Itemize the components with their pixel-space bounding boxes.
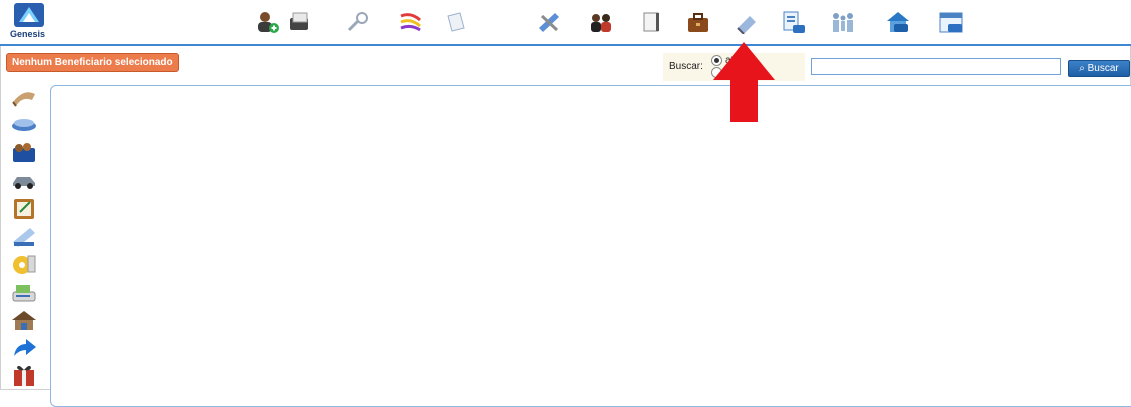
eraser-icon[interactable] <box>734 10 760 34</box>
search-input[interactable] <box>811 58 1061 75</box>
red-arrow-annotation-icon <box>713 42 775 122</box>
gift-icon[interactable] <box>10 362 38 386</box>
search-button-label: Buscar <box>1087 63 1119 74</box>
clipboard-icon[interactable] <box>10 196 38 220</box>
people-icon[interactable] <box>588 10 614 34</box>
arrows-icon[interactable] <box>398 10 424 34</box>
document-card-icon[interactable] <box>287 10 313 34</box>
forward-arrow-icon[interactable] <box>10 336 38 360</box>
logo-text: Genesis <box>10 29 46 39</box>
notebook-icon[interactable] <box>638 10 664 34</box>
house-paf-icon[interactable] <box>885 10 911 34</box>
magnifier-icon: ⌕ <box>1079 63 1085 74</box>
briefcase-icon[interactable] <box>685 10 711 34</box>
scanner-icon[interactable] <box>10 280 38 304</box>
toolbar-divider <box>0 44 1131 46</box>
scroll-icon[interactable] <box>10 86 38 110</box>
key-icon[interactable] <box>345 10 371 34</box>
plates-icon[interactable] <box>10 112 38 136</box>
basket-icon[interactable] <box>10 140 38 164</box>
search-button[interactable]: ⌕ Buscar <box>1068 60 1130 77</box>
house-icon[interactable] <box>10 308 38 332</box>
car-icon[interactable] <box>10 168 38 192</box>
genesis-logo[interactable]: Genesis <box>6 2 58 42</box>
top-toolbar: Genesis <box>0 0 1131 44</box>
paper-icon[interactable] <box>443 10 469 34</box>
document-ofi-icon[interactable] <box>780 10 806 34</box>
ruler-icon[interactable] <box>10 224 38 248</box>
cd-icon[interactable] <box>10 252 38 276</box>
user-add-icon[interactable] <box>254 10 280 34</box>
family-icon[interactable] <box>830 10 856 34</box>
search-label: Buscar: <box>669 61 703 72</box>
main-content-panel <box>50 85 1131 407</box>
tools-icon[interactable] <box>536 10 562 34</box>
beneficiary-status-badge[interactable]: Nenhum Beneficiario selecionado <box>6 53 179 72</box>
calendar-eve-icon[interactable] <box>938 10 964 34</box>
logo-mark-icon <box>14 3 44 27</box>
